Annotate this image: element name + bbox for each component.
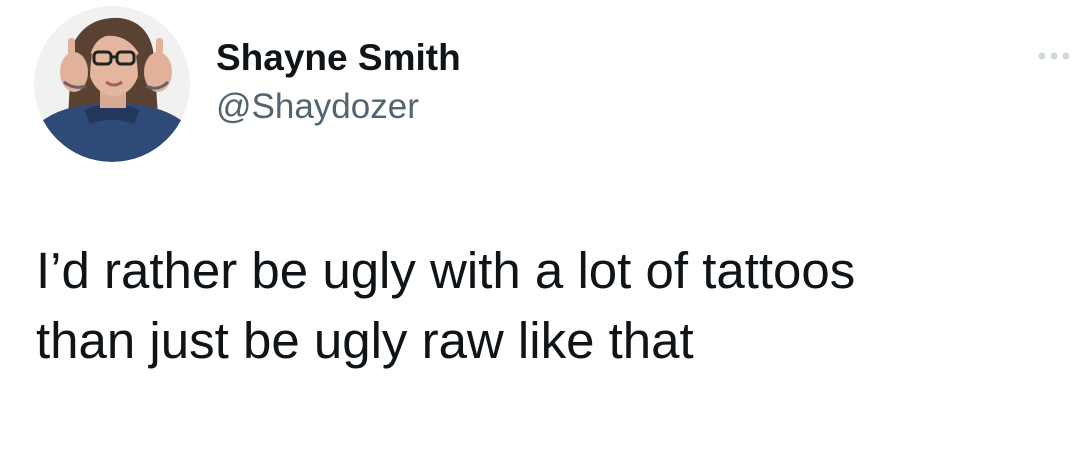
author-handle[interactable]: @Shaydozer xyxy=(216,84,461,130)
more-options-icon xyxy=(1038,52,1070,60)
avatar[interactable] xyxy=(34,6,190,162)
tweet-header: Shayne Smith @Shaydozer xyxy=(34,6,1070,164)
more-options-button[interactable] xyxy=(1034,44,1074,68)
tweet-card: Shayne Smith @Shaydozer I’d rather be ug… xyxy=(0,0,1080,457)
tweet-text-line: than just be ugly raw like that xyxy=(36,312,694,369)
author-display-name[interactable]: Shayne Smith xyxy=(216,34,461,82)
author-identity: Shayne Smith @Shaydozer xyxy=(216,34,461,130)
tweet-text-line: I’d rather be ugly with a lot of tattoos xyxy=(36,242,856,299)
avatar-photo-icon xyxy=(34,6,190,162)
tweet-text: I’d rather be ugly with a lot of tattoos… xyxy=(36,236,1066,376)
